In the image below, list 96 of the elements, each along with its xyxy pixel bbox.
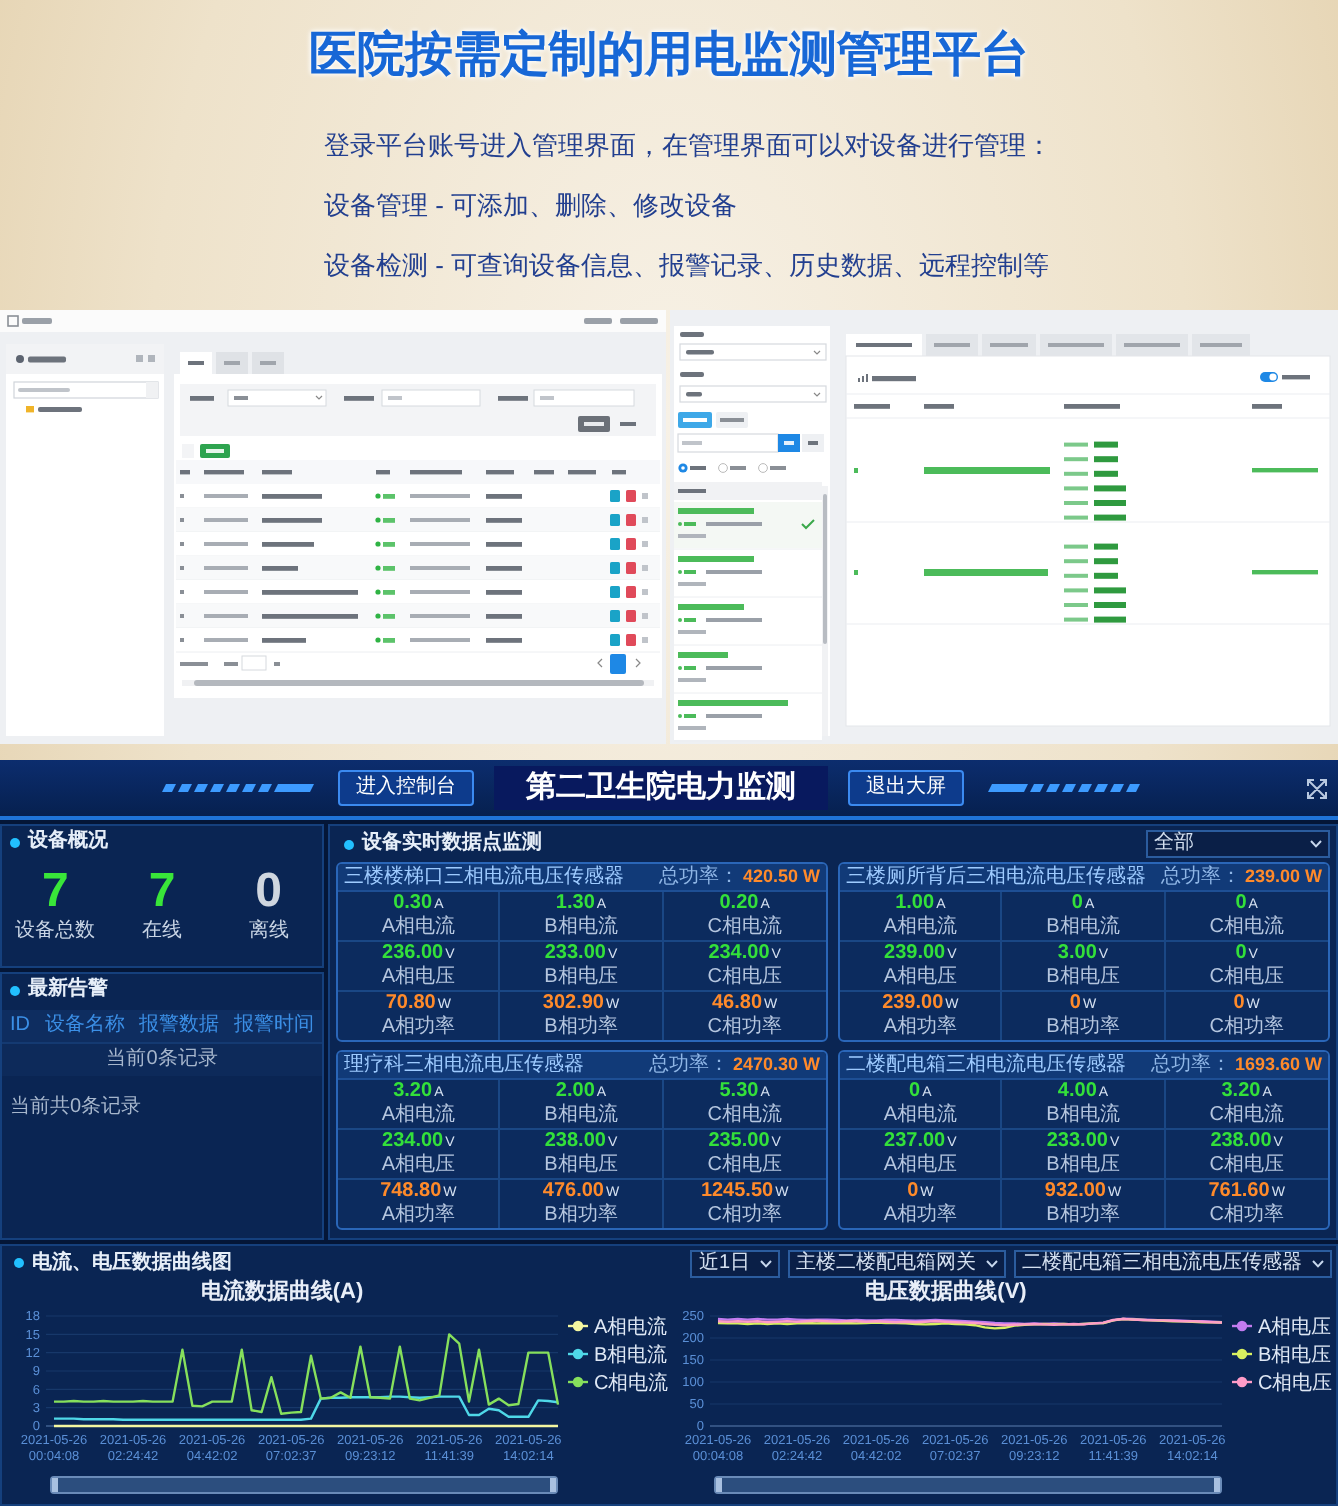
stat-label: 离线	[248, 918, 289, 944]
column-header: 报警时间	[233, 1014, 314, 1038]
banner-text: 登录平台账号进入管理界面，在管理界面可以对设备进行管理：	[324, 128, 1052, 164]
dash-ornament-icon	[988, 784, 1140, 792]
reading-label: B相电压	[544, 1154, 618, 1178]
reading-label: C相功率	[1209, 1204, 1284, 1228]
reading-label: C相电压	[1209, 966, 1284, 990]
legend-label: A相电压	[1258, 1317, 1332, 1339]
range-slider[interactable]	[50, 1476, 558, 1494]
fullscreen-icon[interactable]	[1306, 777, 1328, 799]
reading-label: C相电流	[707, 1104, 782, 1128]
reading-label: A相电压	[883, 966, 957, 990]
record-count-text: 当前共0条记录	[10, 1096, 142, 1118]
sensor-name: 三楼楼梯口三相电流电压传感器	[344, 865, 624, 889]
chart-title: 电压数据曲线(V)	[865, 1280, 1027, 1306]
reading-label: A相电流	[381, 1104, 455, 1128]
filter-dropdown[interactable]: 主楼二楼配电箱网关	[788, 1249, 1006, 1277]
total-power-label: 总功率：	[648, 1054, 729, 1078]
bullet-icon	[10, 985, 20, 995]
reading-label: B相功率	[544, 1016, 618, 1040]
reading-label: A相功率	[883, 1016, 957, 1040]
reading-label: B相电流	[1046, 916, 1120, 940]
dashboard-title: 第二卫生院电力监测	[494, 766, 828, 810]
reading-label: C相电流	[1209, 916, 1284, 940]
stat-label: 在线	[141, 918, 182, 944]
caret-icon	[1310, 840, 1322, 848]
banner-text: 设备检测 - 可查询设备信息、报警记录、历史数据、远程控制等	[324, 248, 1050, 284]
caret-icon	[760, 1259, 772, 1267]
reading-label: B相电流	[544, 916, 618, 940]
reading-label: A相功率	[381, 1204, 455, 1228]
total-power-value: 239.00 W	[1244, 864, 1322, 888]
bullet-icon	[10, 837, 20, 847]
total-power-label: 总功率：	[658, 866, 739, 890]
total-power-value: 2470.30 W	[732, 1052, 820, 1076]
legend-label: B相电压	[1258, 1345, 1332, 1367]
legend-label: B相电流	[594, 1345, 668, 1367]
reading-label: A相电压	[381, 966, 455, 990]
reading-label: C相电压	[707, 1154, 782, 1178]
column-header: ID	[10, 1014, 30, 1038]
filter-dropdown[interactable]: 二楼配电箱三相电流电压传感器	[1014, 1249, 1332, 1277]
reading-label: C相电压	[707, 966, 782, 990]
reading-label: B相功率	[1046, 1204, 1120, 1228]
caret-icon	[986, 1259, 998, 1267]
legend-label: A相电流	[594, 1317, 668, 1339]
reading-label: C相电流	[1209, 1104, 1284, 1128]
reading-label: C相电压	[1209, 1154, 1284, 1178]
reading-label: B相功率	[544, 1204, 618, 1228]
sensor-name: 三楼厕所背后三相电流电压传感器	[846, 865, 1146, 889]
bullet-icon	[14, 1258, 24, 1268]
reading-label: A相电压	[381, 1154, 455, 1178]
reading-label: C相功率	[707, 1204, 782, 1228]
reading-label: C相电流	[707, 916, 782, 940]
banner-title: 医院按需定制的用电监测管理平台	[309, 26, 1029, 86]
total-power-value: 1693.60 W	[1234, 1052, 1322, 1076]
sensor-name: 理疗科三相电流电压传感器	[344, 1053, 584, 1077]
stat-value: 7	[148, 866, 176, 918]
total-power-value: 420.50 W	[742, 864, 820, 888]
device-filter-dropdown[interactable]: 全部	[1146, 830, 1330, 858]
filter-dropdown[interactable]: 近1日	[690, 1249, 780, 1277]
bullet-icon	[344, 839, 354, 849]
legend-label: C相电流	[594, 1373, 669, 1395]
reading-label: C相功率	[1209, 1016, 1284, 1040]
caret-icon	[1312, 1259, 1324, 1267]
reading-label: A相电压	[883, 1154, 957, 1178]
reading-label: B相电流	[1046, 1104, 1120, 1128]
sensor-name: 二楼配电箱三相电流电压传感器	[846, 1053, 1126, 1077]
reading-label: A相电流	[381, 916, 455, 940]
reading-label: B相电压	[1046, 966, 1120, 990]
column-header: 报警数据	[139, 1014, 220, 1038]
legend-label: C相电压	[1258, 1373, 1333, 1395]
dash-ornament-icon	[162, 784, 314, 792]
chart-title: 电流数据曲线(A)	[200, 1280, 364, 1306]
total-power-label: 总功率：	[1150, 1054, 1231, 1078]
total-power-label: 总功率：	[1160, 866, 1241, 890]
reading-label: A相功率	[381, 1016, 455, 1040]
range-slider[interactable]	[714, 1476, 1222, 1494]
panel-title: 电流、电压数据曲线图	[32, 1251, 232, 1275]
panel-title: 设备概况	[28, 830, 108, 854]
empty-table-row: 当前0条记录	[2, 1042, 322, 1076]
reading-label: A相功率	[883, 1204, 957, 1228]
enter-console-button[interactable]: 进入控制台	[338, 770, 474, 806]
reading-label: A相电流	[883, 1104, 957, 1128]
panel-title: 最新告警	[28, 978, 108, 1002]
stat-value: 0	[255, 866, 282, 918]
column-header: 设备名称	[44, 1014, 125, 1038]
reading-label: B相电压	[544, 966, 618, 990]
reading-label: B相电压	[1046, 1154, 1120, 1178]
reading-label: A相电流	[883, 916, 957, 940]
reading-label: C相功率	[707, 1016, 782, 1040]
banner-text: 设备管理 - 可添加、删除、修改设备	[324, 188, 738, 224]
reading-label: B相功率	[1046, 1016, 1120, 1040]
panel-title: 设备实时数据点监测	[362, 832, 542, 856]
stat-value: 7	[41, 866, 69, 918]
reading-label: B相电流	[544, 1104, 618, 1128]
exit-fullscreen-button[interactable]: 退出大屏	[848, 770, 964, 806]
stat-label: 设备总数	[15, 918, 96, 944]
